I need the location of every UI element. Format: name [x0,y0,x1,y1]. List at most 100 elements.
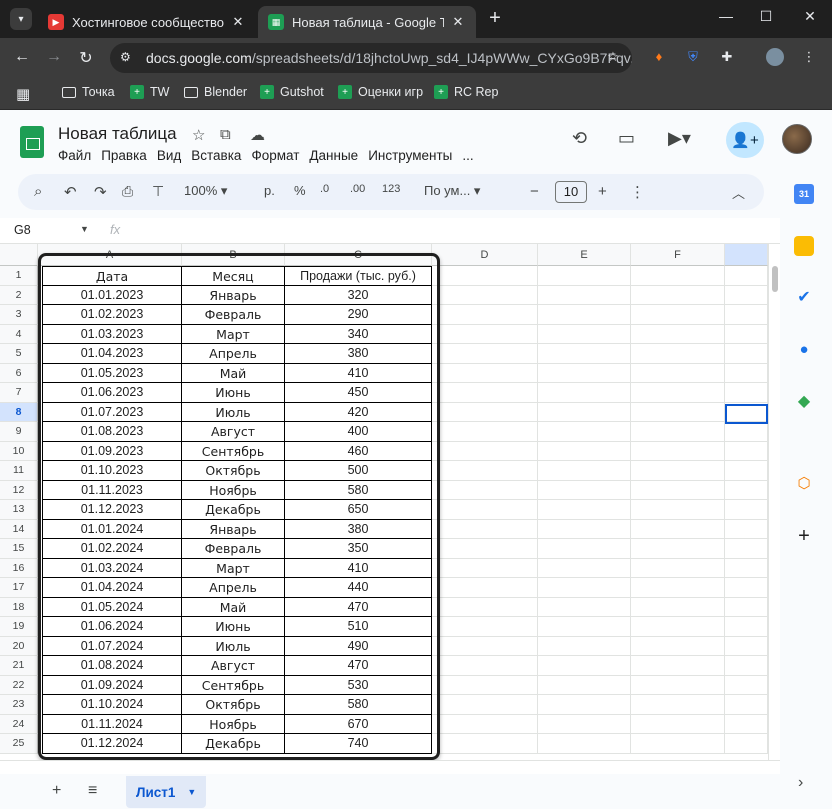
table-cell[interactable] [432,558,538,578]
table-cell[interactable]: Июнь [182,383,285,403]
table-cell[interactable]: 01.09.2023 [42,441,182,461]
table-cell[interactable] [432,519,538,539]
table-cell[interactable]: Ноябрь [182,480,285,500]
row-header[interactable]: 18 [0,597,38,617]
table-cell[interactable] [538,578,631,598]
table-cell[interactable]: 01.03.2024 [42,558,182,578]
get-addons-plus-icon[interactable]: + [794,526,814,546]
table-cell[interactable]: 01.08.2024 [42,656,182,676]
row-header[interactable]: 25 [0,734,38,754]
table-cell[interactable] [538,363,631,383]
table-cell[interactable]: 400 [285,422,432,442]
table-cell[interactable]: Октябрь [182,461,285,481]
selected-cell-outline[interactable] [725,404,768,424]
row-header[interactable]: 9 [0,422,38,442]
table-cell[interactable]: Июль [182,402,285,422]
table-cell[interactable]: 420 [285,402,432,422]
table-cell[interactable] [631,422,725,442]
table-cell[interactable]: Ноябрь [182,714,285,734]
forward-arrow-icon[interactable]: → [44,48,64,66]
back-arrow-icon[interactable]: ← [12,48,32,66]
menu-file[interactable]: Файл [58,148,91,163]
table-cell[interactable]: Июнь [182,617,285,637]
reload-icon[interactable]: ↻ [76,48,96,68]
table-cell[interactable] [631,305,725,325]
vertical-scrollbar[interactable] [768,244,780,760]
table-cell[interactable] [538,285,631,305]
add-sheet-icon[interactable]: + [52,782,61,800]
table-cell[interactable] [538,734,631,754]
all-sheets-icon[interactable]: ≡ [88,782,97,800]
table-cell[interactable] [432,714,538,734]
zoom-select[interactable]: 100% ▾ [184,183,227,199]
table-cell[interactable] [538,714,631,734]
table-cell[interactable]: Март [182,558,285,578]
close-icon[interactable]: ✕ [450,14,466,30]
search-icon[interactable]: ⌕ [34,183,42,200]
font-size-decrease-icon[interactable]: − [530,183,539,200]
addon-icon[interactable]: ⬡ [794,474,814,494]
column-header[interactable]: A [38,244,182,266]
table-cell[interactable]: 01.03.2023 [42,324,182,344]
table-cell[interactable]: 01.10.2024 [42,695,182,715]
table-cell[interactable] [432,344,538,364]
table-cell[interactable] [631,480,725,500]
table-cell[interactable]: Сентябрь [182,441,285,461]
table-cell[interactable] [725,324,768,344]
spreadsheet-grid[interactable]: A B C D E F 1 Дата Месяц Продажи (тыс. руб.) 2 01.0… [0,244,768,760]
table-cell[interactable] [538,383,631,403]
table-cell[interactable] [432,305,538,325]
table-cell[interactable]: 01.06.2024 [42,617,182,637]
expand-panel-icon[interactable]: › [798,774,803,792]
table-cell[interactable] [725,461,768,481]
table-cell[interactable]: 740 [285,734,432,754]
chevron-down-icon[interactable]: ▼ [80,224,89,234]
menu-tools[interactable]: Инструменты [368,148,452,163]
table-cell[interactable] [538,305,631,325]
table-cell[interactable]: 01.12.2023 [42,500,182,520]
browser-menu-icon[interactable]: ⋮ [800,48,818,66]
table-cell[interactable] [538,519,631,539]
table-cell[interactable]: 01.05.2024 [42,597,182,617]
table-cell[interactable] [631,363,725,383]
table-cell[interactable]: 510 [285,617,432,637]
table-cell[interactable]: 01.05.2023 [42,363,182,383]
table-cell[interactable] [725,656,768,676]
cloud-status-icon[interactable]: ☁ [250,126,265,144]
column-header[interactable]: B [182,244,285,266]
table-cell[interactable] [538,675,631,695]
calendar-icon[interactable]: 31 [794,184,814,204]
menu-edit[interactable]: Правка [101,148,147,163]
table-cell[interactable]: Апрель [182,344,285,364]
browser-tab-active[interactable]: ▦ Новая таблица - Google Табли ✕ [258,6,476,38]
table-cell[interactable]: 500 [285,461,432,481]
undo-icon[interactable]: ↶ [64,183,77,201]
table-cell[interactable] [631,519,725,539]
table-cell[interactable] [725,597,768,617]
table-cell[interactable] [538,402,631,422]
percent-format-button[interactable]: % [294,183,306,198]
table-cell[interactable] [725,558,768,578]
table-cell[interactable] [538,558,631,578]
row-header[interactable]: 24 [0,714,38,734]
contacts-icon[interactable]: ● [794,340,814,360]
table-cell[interactable]: 410 [285,363,432,383]
table-cell[interactable] [432,422,538,442]
history-icon[interactable]: ⟲ [572,128,587,149]
table-cell[interactable]: 01.08.2023 [42,422,182,442]
paint-format-icon[interactable]: ⊤ [152,183,164,200]
table-cell[interactable]: 320 [285,285,432,305]
more-formats-button[interactable]: 123 [382,183,400,195]
table-cell[interactable]: 340 [285,324,432,344]
sheets-logo-icon[interactable] [20,126,44,158]
table-cell[interactable] [538,461,631,481]
table-cell[interactable]: 580 [285,480,432,500]
table-cell[interactable] [631,558,725,578]
column-header-g[interactable] [725,244,768,266]
table-cell[interactable] [631,344,725,364]
table-cell[interactable] [631,383,725,403]
table-cell[interactable] [432,402,538,422]
table-cell[interactable]: 650 [285,500,432,520]
sheet-tab-list1[interactable]: Лист1 ▼ [126,776,206,808]
table-cell[interactable] [538,266,631,286]
